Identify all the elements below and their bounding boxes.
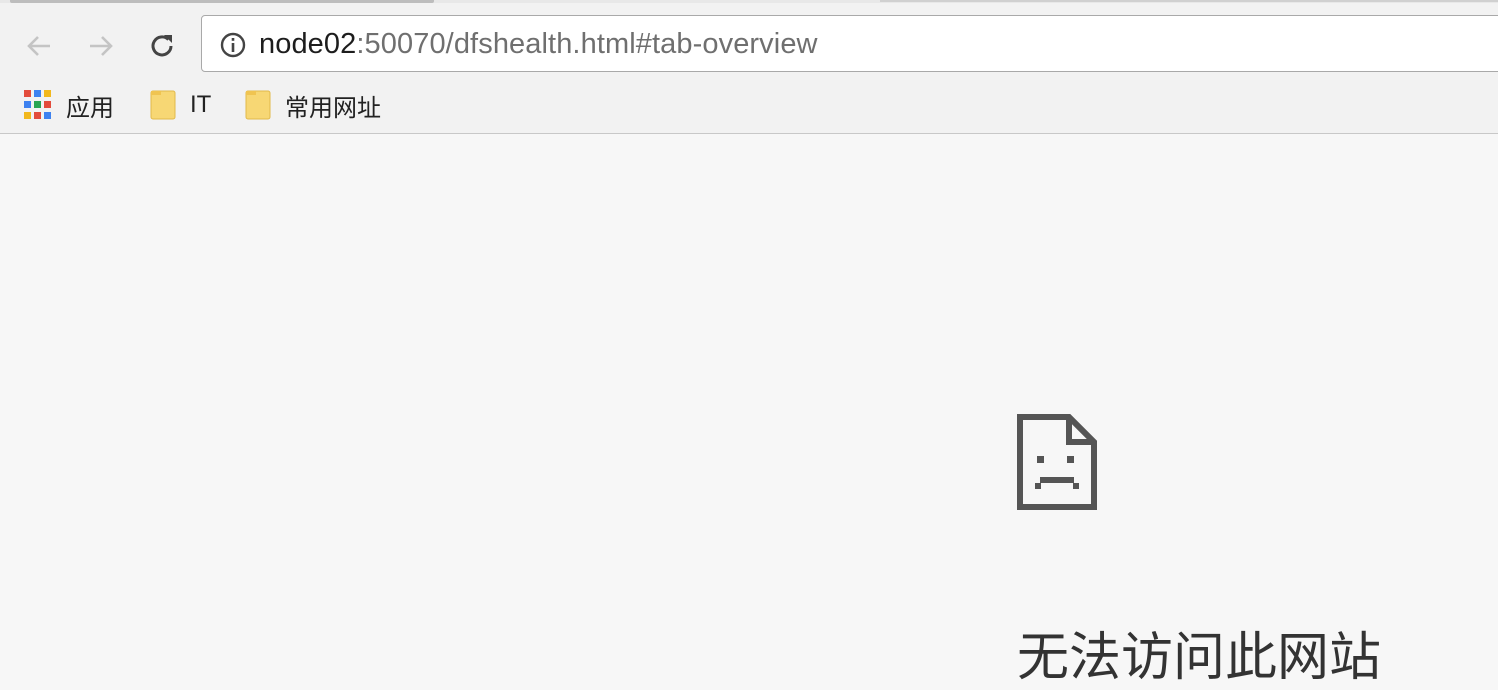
apps-grid-icon [24, 90, 54, 120]
bookmark-it-label: IT [190, 91, 212, 118]
reload-button[interactable] [143, 27, 181, 65]
reload-icon [151, 35, 173, 57]
back-button[interactable] [20, 27, 58, 65]
bookmark-apps-label: 应用 [66, 94, 114, 122]
error-title: 无法访问此网站 [1017, 628, 1382, 688]
address-bar[interactable]: node02:50070/dfshealth.html#tab-overview [201, 15, 1498, 72]
url-path: :50070/dfshealth.html#tab-overview [356, 28, 818, 60]
browser-toolbar: node02:50070/dfshealth.html#tab-overview [0, 3, 1498, 80]
bookmark-folder-common-sites[interactable]: 常用网址 [245, 80, 381, 130]
error-page: 无法访问此网站 [0, 134, 1498, 688]
folder-icon [150, 90, 176, 120]
bookmark-folder-it[interactable]: IT [150, 80, 211, 130]
folder-icon [245, 90, 271, 120]
bookmarks-bar: 应用 IT 常用网址 [0, 80, 1498, 134]
info-icon[interactable] [219, 31, 247, 59]
arrow-left-icon [27, 36, 50, 56]
arrow-right-icon [90, 36, 113, 56]
url-text[interactable]: node02:50070/dfshealth.html#tab-overview [259, 26, 818, 62]
url-host: node02 [259, 28, 357, 60]
sad-page-icon [1017, 414, 1097, 510]
bookmark-common-sites-label: 常用网址 [285, 94, 381, 122]
forward-button[interactable] [82, 27, 120, 65]
inactive-tab-edge[interactable] [880, 0, 1498, 2]
bookmark-apps[interactable]: 应用 [24, 80, 114, 130]
